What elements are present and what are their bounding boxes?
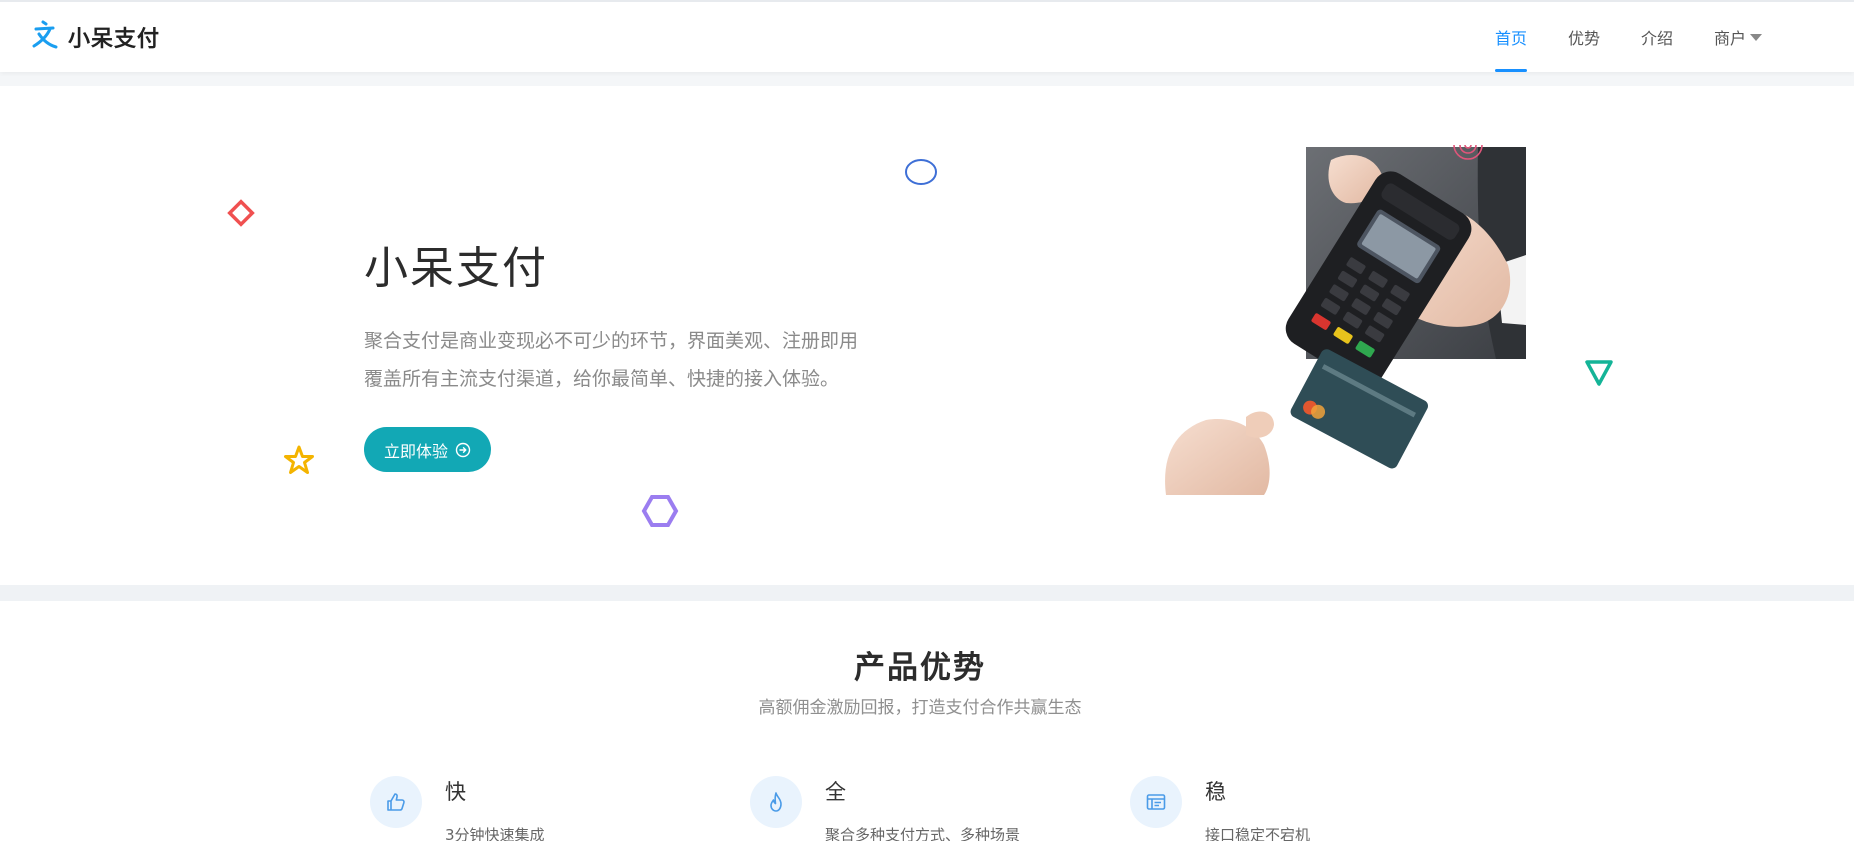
feature-description: 3分钟快速集成 <box>445 826 545 841</box>
brand[interactable]: 小呆支付 <box>30 20 160 54</box>
star-shape-icon <box>284 445 314 474</box>
top-navbar: 小呆支付 首页 优势 介绍 商户 <box>0 0 1854 72</box>
hero-title: 小呆支付 <box>364 243 548 294</box>
triangle-shape-icon <box>1585 360 1613 386</box>
nav-label: 首页 <box>1494 29 1527 48</box>
feature-title: 全 <box>825 780 846 804</box>
caret-down-icon <box>1750 33 1762 41</box>
feature-title: 稳 <box>1205 780 1226 804</box>
browser-window-icon <box>1130 776 1182 828</box>
divider-band <box>0 585 1854 601</box>
nav-label: 商户 <box>1713 29 1746 48</box>
nav-label: 介绍 <box>1640 29 1673 48</box>
nav-item-advantages[interactable]: 优势 <box>1548 2 1620 72</box>
divider-band <box>0 72 1854 86</box>
nav-item-merchant[interactable]: 商户 <box>1694 2 1782 72</box>
feature-card-complete: 全 聚合多种支付方式、多种场景 <box>750 772 1130 841</box>
advantages-title: 产品优势 <box>854 650 986 686</box>
advantages-subtitle: 高额佣金激励回报，打造支付合作共赢生态 <box>758 698 1082 718</box>
feature-card-fast: 快 3分钟快速集成 <box>370 772 750 841</box>
hexagon-shape-icon <box>641 495 679 527</box>
diamond-shape-icon <box>227 199 255 227</box>
nav-label: 优势 <box>1567 29 1600 48</box>
feature-title: 快 <box>445 780 466 804</box>
feature-description: 聚合多种支付方式、多种场景 <box>825 826 1021 841</box>
nav-item-intro[interactable]: 介绍 <box>1621 2 1693 72</box>
hero-description: 聚合支付是商业变现必不可少的环节，界面美观、注册即用 覆盖所有主流支付渠道，给你… <box>364 322 924 398</box>
flame-icon <box>750 776 802 828</box>
main-nav: 首页 优势 介绍 商户 <box>1474 2 1782 72</box>
thumbs-up-icon <box>370 776 422 828</box>
pos-terminal-card-payment-photo <box>1165 145 1526 495</box>
zhi-logo-icon <box>32 20 58 49</box>
nav-item-home[interactable]: 首页 <box>1475 2 1547 72</box>
hero-description-line: 聚合支付是商业变现必不可少的环节，界面美观、注册即用 <box>364 330 859 352</box>
feature-card-stable: 稳 接口稳定不宕机 <box>1130 772 1510 841</box>
feature-description: 接口稳定不宕机 <box>1205 826 1311 841</box>
try-now-label: 立即体验 <box>384 441 449 461</box>
brand-name: 小呆支付 <box>68 27 161 52</box>
ellipse-shape-icon <box>905 159 937 185</box>
try-now-button[interactable]: 立即体验 <box>364 427 492 472</box>
arrow-circle-right-icon <box>455 442 471 457</box>
hero-description-line: 覆盖所有主流支付渠道，给你最简单、快捷的接入体验。 <box>364 368 840 390</box>
